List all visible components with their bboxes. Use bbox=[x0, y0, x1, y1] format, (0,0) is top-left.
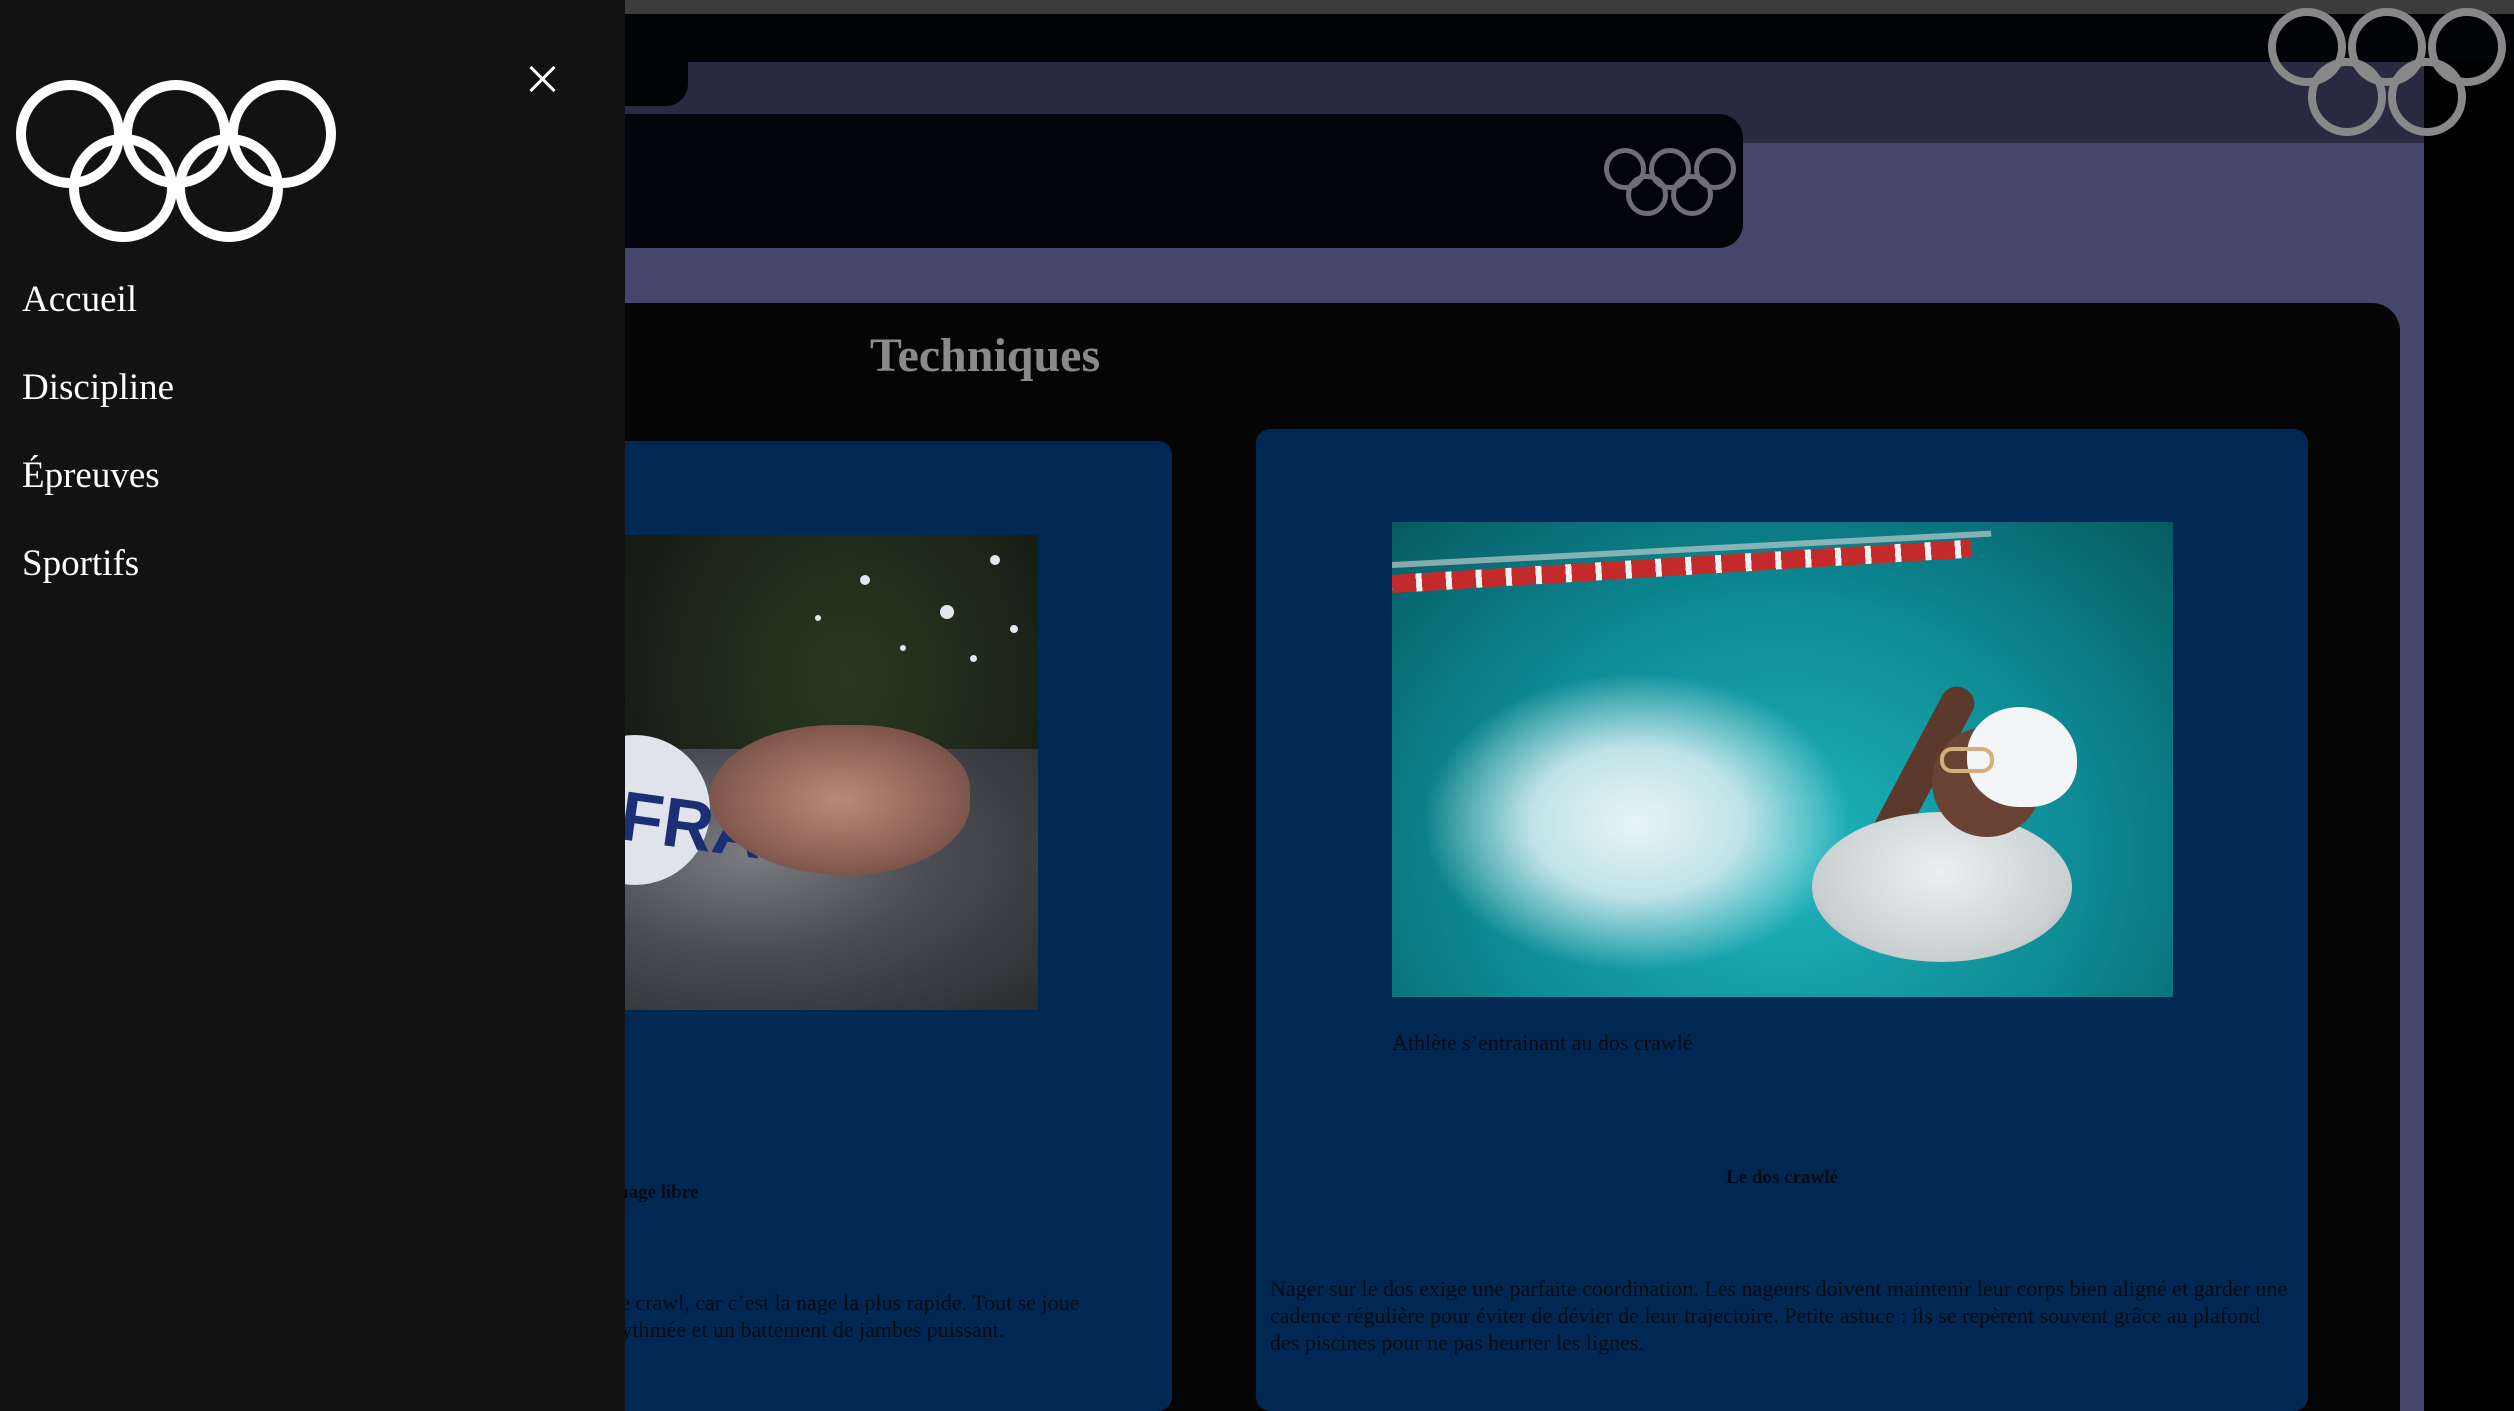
card-paragraph: Nager sur le dos exige une parfaite coor… bbox=[1270, 1276, 2288, 1355]
card-heading: nage libre bbox=[618, 1182, 699, 1203]
nav-item-sportifs[interactable]: Sportifs bbox=[22, 542, 139, 585]
close-icon[interactable] bbox=[520, 58, 564, 102]
card-heading: Le dos crawlé bbox=[1726, 1167, 1838, 1188]
backstroke-photo bbox=[1392, 522, 2173, 997]
section-title: Techniques bbox=[869, 329, 1101, 382]
olympic-rings-icon bbox=[16, 80, 336, 244]
nav-item-accueil[interactable]: Accueil bbox=[22, 278, 137, 321]
card-paragraph: le crawl, car c’est la nage la plus rapi… bbox=[614, 1290, 1080, 1342]
freestyle-photo: FRA bbox=[560, 535, 1038, 1010]
banner bbox=[560, 114, 1743, 248]
nav-item-discipline[interactable]: Discipline bbox=[22, 366, 174, 409]
nav-item-epreuves[interactable]: Épreuves bbox=[22, 454, 160, 497]
right-margin bbox=[2424, 62, 2514, 1411]
olympic-rings-icon bbox=[1604, 142, 1744, 220]
photo-caption: Athlète s’entrainant au dos crawlé bbox=[1392, 1030, 1693, 1055]
olympic-rings-icon bbox=[2268, 4, 2514, 140]
